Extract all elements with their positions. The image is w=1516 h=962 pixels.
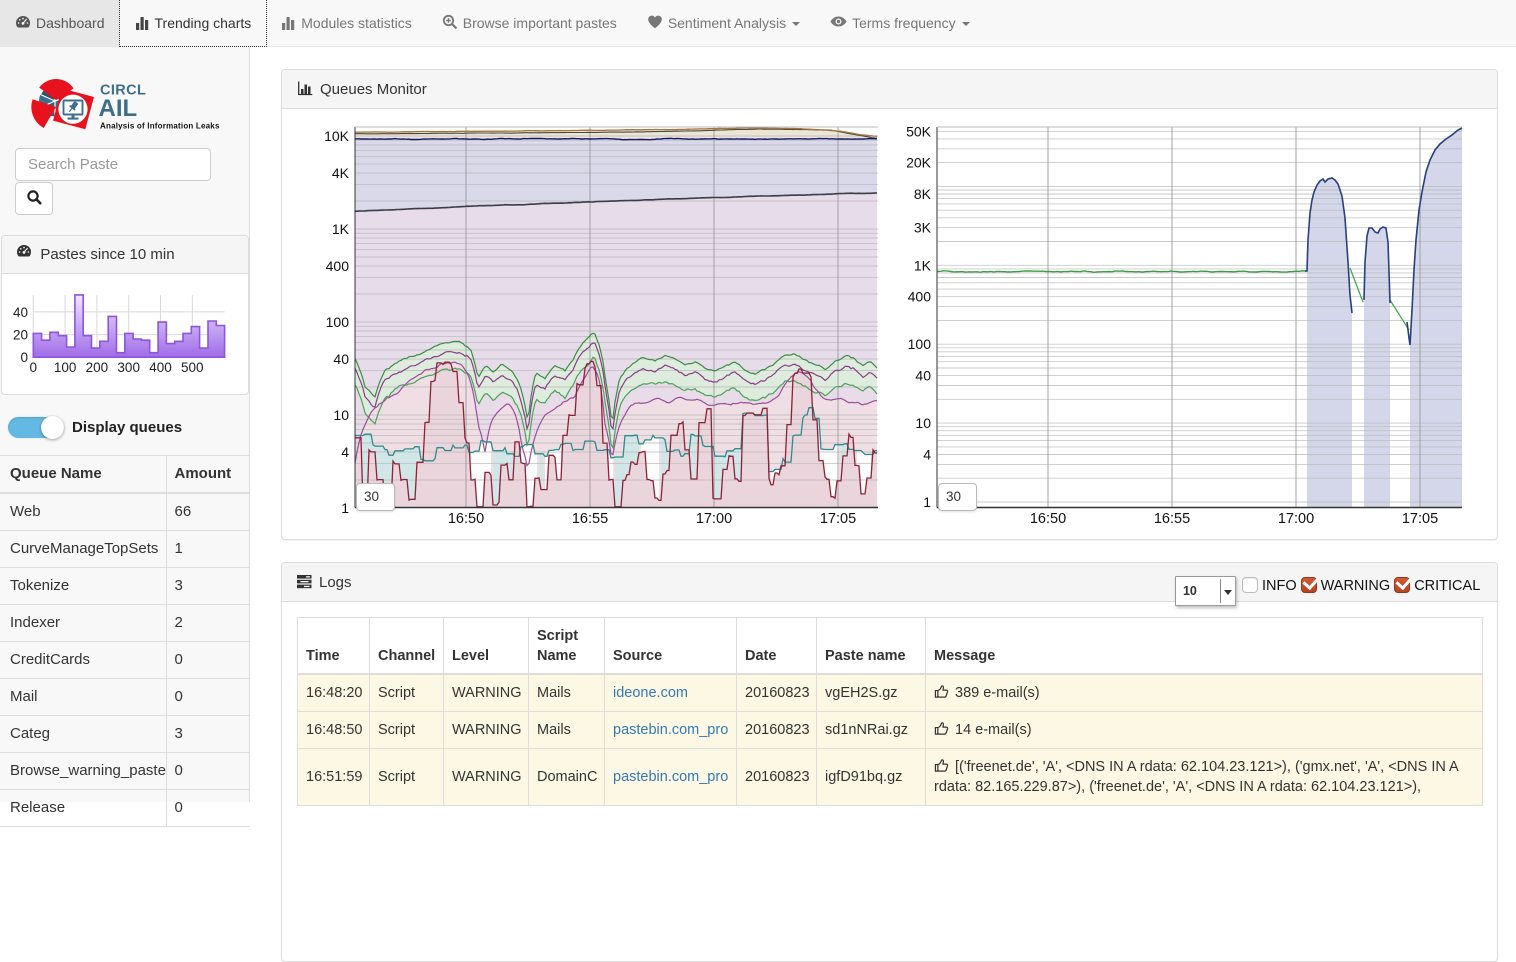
- svg-text:17:05: 17:05: [820, 511, 856, 527]
- svg-text:16:50: 16:50: [1030, 511, 1066, 527]
- svg-text:8K: 8K: [914, 186, 932, 202]
- svg-text:1: 1: [341, 500, 349, 516]
- svg-text:100: 100: [54, 360, 77, 375]
- svg-text:300: 300: [117, 360, 140, 375]
- svg-text:16:55: 16:55: [572, 511, 608, 527]
- svg-text:10K: 10K: [324, 128, 350, 144]
- svg-text:500: 500: [181, 360, 204, 375]
- svg-text:400: 400: [908, 289, 932, 305]
- svg-text:20K: 20K: [906, 155, 932, 171]
- svg-text:16:50: 16:50: [448, 511, 484, 527]
- svg-text:1K: 1K: [332, 221, 350, 237]
- svg-text:0: 0: [20, 350, 28, 365]
- svg-text:4K: 4K: [332, 165, 350, 181]
- svg-text:40: 40: [13, 305, 28, 320]
- svg-text:400: 400: [326, 258, 350, 274]
- svg-text:17:00: 17:00: [1278, 511, 1314, 527]
- svg-text:100: 100: [326, 314, 350, 330]
- svg-text:400: 400: [149, 360, 172, 375]
- svg-text:200: 200: [86, 360, 109, 375]
- svg-text:40: 40: [333, 351, 349, 367]
- svg-text:17:00: 17:00: [696, 511, 732, 527]
- svg-text:16:55: 16:55: [1154, 511, 1190, 527]
- svg-text:3K: 3K: [914, 220, 932, 236]
- svg-text:1K: 1K: [914, 257, 932, 273]
- svg-text:1: 1: [923, 494, 931, 510]
- svg-text:17:05: 17:05: [1402, 511, 1438, 527]
- svg-text:0: 0: [30, 360, 38, 375]
- svg-text:4: 4: [923, 447, 931, 463]
- svg-text:Analysis of Information Leaks: Analysis of Information Leaks: [100, 122, 220, 131]
- svg-text:20: 20: [13, 328, 28, 343]
- svg-text:10: 10: [333, 407, 349, 423]
- svg-text:10: 10: [915, 415, 931, 431]
- svg-text:50K: 50K: [906, 123, 932, 139]
- svg-text:4: 4: [341, 444, 349, 460]
- svg-text:AIL: AIL: [99, 95, 138, 122]
- svg-text:40: 40: [915, 368, 931, 384]
- svg-text:100: 100: [908, 336, 932, 352]
